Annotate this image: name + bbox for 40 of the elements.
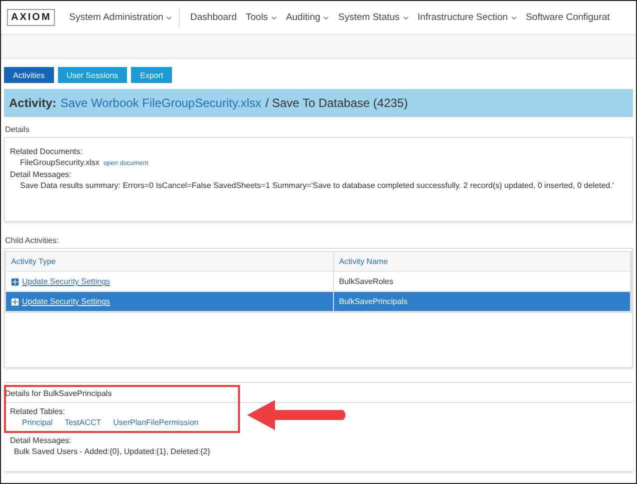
table-link[interactable]: UserPlanFilePermission <box>113 418 198 427</box>
detail-message: Bulk Saved Users - Added:{0}, Updated:{1}, Deleted:{2} <box>13 447 212 456</box>
field-label: Related Tables: <box>9 407 66 416</box>
tab[interactable]: Activities <box>4 67 54 83</box>
table-cell: BulkSavePrincipals <box>334 292 631 311</box>
grid-icon <box>11 278 19 286</box>
activity-label: Activity: <box>9 96 56 110</box>
section-title: Child Activities: <box>5 236 60 245</box>
table-row[interactable]: Update Security Settings BulkSavePrincipals <box>6 292 631 312</box>
column-header: Activity Name <box>334 252 631 271</box>
column-header: Activity Type <box>6 252 334 271</box>
table-link[interactable]: TestACCT <box>64 418 102 427</box>
menu-item[interactable]: Auditing <box>286 12 330 23</box>
tab[interactable]: User Sessions <box>58 67 128 83</box>
document-name: FileGroupSecurity.xlsx <box>20 158 100 167</box>
table-cell: BulkSaveRoles <box>334 272 631 291</box>
activity-type-link[interactable]: Update Security Settings <box>22 297 110 306</box>
logo[interactable]: AXIOM <box>7 9 56 26</box>
chevron-down-icon <box>510 16 517 20</box>
menu-item[interactable]: System Status <box>338 12 409 23</box>
menu-item[interactable]: Tools <box>246 12 277 23</box>
activity-title: / Save To Database (4235) <box>265 96 408 110</box>
chevron-down-icon <box>166 16 172 20</box>
activity-link[interactable]: Save Worbook FileGroupSecurity.xlsx <box>60 96 262 110</box>
field-label: Detail Messages: <box>9 436 72 445</box>
grid-icon <box>11 298 19 306</box>
menu-item[interactable]: Infrastructure Section <box>418 12 517 23</box>
section-title: Details <box>5 125 30 134</box>
detail-message: Save Data results summary: Errors=0 IsCancel=False SavedSheets=1 Summary='Save to database completed successfully. 2 record(s) updated, 0 inserted, 0 deleted.' <box>19 181 615 190</box>
field-label: Detail Messages: <box>10 170 72 179</box>
activity-type-link[interactable]: Update Security Settings <box>22 277 110 286</box>
field-label: Related Documents: <box>10 147 84 156</box>
chevron-down-icon <box>323 16 330 20</box>
chevron-down-icon <box>270 16 277 20</box>
menu-item[interactable]: Software Configurat <box>526 12 610 23</box>
tab[interactable]: Export <box>131 67 172 83</box>
menu-item[interactable]: Dashboard <box>190 12 237 23</box>
chevron-down-icon <box>402 16 409 20</box>
menu-item[interactable]: System Administration <box>69 12 172 23</box>
table-link[interactable]: Principal <box>22 418 53 427</box>
